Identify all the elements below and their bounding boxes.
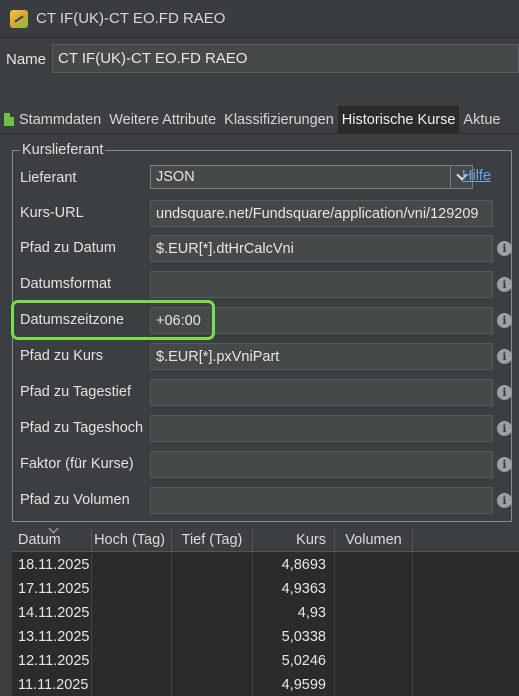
title-bar: CT IF(UK)-CT EO.FD RAEO	[0, 0, 519, 38]
datumszeitzone-highlight	[11, 300, 215, 340]
cell-hoch	[92, 601, 172, 625]
cell-datum: 13.11.2025	[12, 625, 92, 649]
pfad-tageshoch-row: Pfad zu Tageshoch i	[20, 415, 515, 443]
pfad-datum-input[interactable]: $.EUR[*].dtHrCalcVni	[150, 235, 493, 262]
pfad-kurs-row: Pfad zu Kurs $.EUR[*].pxVniPart i	[20, 343, 515, 371]
datumsformat-label: Datumsformat	[20, 276, 112, 292]
pfad-volumen-input[interactable]	[150, 487, 493, 514]
cell-datum: 14.11.2025	[12, 601, 92, 625]
cell-volumen	[335, 649, 413, 673]
column-header-tief[interactable]: Tief (Tag)	[172, 528, 253, 552]
cell-tief	[172, 673, 253, 696]
column-header-hoch[interactable]: Hoch (Tag)	[92, 528, 172, 552]
cell-volumen	[335, 625, 413, 649]
cell-kurs: 4,93	[253, 601, 335, 625]
document-icon	[4, 113, 14, 126]
cell-kurs: 5,0338	[253, 625, 335, 649]
lieferant-row: Lieferant JSON Hilfe	[20, 165, 515, 193]
app-logo-icon	[10, 9, 28, 28]
info-icon[interactable]: i	[497, 421, 512, 436]
info-icon[interactable]: i	[497, 493, 512, 508]
faktor-label: Faktor (für Kurse)	[20, 456, 134, 472]
pfad-datum-label: Pfad zu Datum	[20, 240, 116, 256]
datumsformat-row: Datumsformat i	[20, 271, 515, 299]
pfad-tagestief-label: Pfad zu Tagestief	[20, 384, 131, 400]
pfad-volumen-row: Pfad zu Volumen i	[20, 487, 515, 515]
pfad-tagestief-input[interactable]	[150, 379, 493, 406]
pfad-tageshoch-label: Pfad zu Tageshoch	[20, 420, 144, 436]
cell-kurs: 5,0246	[253, 649, 335, 673]
pfad-datum-row: Pfad zu Datum $.EUR[*].dtHrCalcVni i	[20, 235, 515, 263]
pfad-tageshoch-input[interactable]	[150, 415, 493, 442]
tab-klassifizierungen[interactable]: Klassifizierungen	[220, 106, 338, 133]
info-icon[interactable]: i	[497, 277, 512, 292]
kurs-url-label: Kurs-URL	[20, 205, 84, 221]
pfad-volumen-label: Pfad zu Volumen	[20, 492, 130, 508]
table-row[interactable]: 12.11.2025 5,0246	[12, 649, 519, 673]
cell-tief	[172, 649, 253, 673]
datumsformat-input[interactable]	[150, 271, 493, 298]
tab-label: Stammdaten	[19, 111, 102, 128]
cell-kurs: 4,8693	[253, 553, 335, 577]
cell-hoch	[92, 649, 172, 673]
cell-hoch	[92, 625, 172, 649]
cell-hoch	[92, 553, 172, 577]
cell-tief	[172, 601, 253, 625]
tab-stammdaten[interactable]: Stammdaten	[0, 106, 105, 133]
cell-volumen	[335, 601, 413, 625]
tab-bar: Stammdaten Weitere Attribute Klassifizie…	[0, 106, 519, 134]
info-icon[interactable]: i	[497, 241, 512, 256]
cell-volumen	[335, 673, 413, 696]
cell-kurs: 4,9599	[253, 673, 335, 696]
cell-hoch	[92, 577, 172, 601]
pfad-kurs-input[interactable]: $.EUR[*].pxVniPart	[150, 343, 493, 370]
cell-tief	[172, 553, 253, 577]
cell-datum: 17.11.2025	[12, 577, 92, 601]
tab-weitere-attribute[interactable]: Weitere Attribute	[105, 106, 220, 133]
window-title: CT IF(UK)-CT EO.FD RAEO	[36, 10, 226, 27]
help-link[interactable]: Hilfe	[462, 168, 491, 184]
cell-volumen	[335, 577, 413, 601]
cell-datum: 11.11.2025	[12, 673, 92, 696]
table-row[interactable]: 11.11.2025 4,9599	[12, 673, 519, 696]
tab-aktuelle-kurse[interactable]: Aktue	[459, 106, 504, 133]
faktor-input[interactable]	[150, 451, 493, 478]
table-header: Datum Hoch (Tag) Tief (Tag) Kurs Volumen	[12, 528, 519, 552]
table-row[interactable]: 17.11.2025 4,9363	[12, 577, 519, 601]
lieferant-label: Lieferant	[20, 170, 77, 186]
column-label: Datum	[18, 532, 61, 548]
kurslieferant-group-label: Kurslieferant	[20, 142, 106, 158]
info-icon[interactable]: i	[497, 457, 512, 472]
table-row[interactable]: 13.11.2025 5,0338	[12, 625, 519, 649]
kurs-url-input[interactable]: undsquare.net/Fundsquare/application/vni…	[150, 200, 493, 227]
table-row[interactable]: 18.11.2025 4,8693	[12, 553, 519, 577]
info-icon[interactable]: i	[497, 385, 512, 400]
info-icon[interactable]: i	[497, 313, 512, 328]
cell-tief	[172, 577, 253, 601]
cell-datum: 18.11.2025	[12, 553, 92, 577]
name-row: Name CT IF(UK)-CT EO.FD RAEO	[0, 44, 519, 74]
name-label: Name	[6, 50, 47, 68]
cell-volumen	[335, 553, 413, 577]
tab-historische-kurse[interactable]: Historische Kurse	[337, 106, 460, 133]
cell-datum: 12.11.2025	[12, 649, 92, 673]
table-row[interactable]: 14.11.2025 4,93	[12, 601, 519, 625]
name-input[interactable]: CT IF(UK)-CT EO.FD RAEO	[52, 44, 519, 73]
lieferant-select[interactable]: JSON	[150, 165, 473, 189]
column-header-kurs[interactable]: Kurs	[253, 528, 335, 552]
cell-kurs: 4,9363	[253, 577, 335, 601]
column-header-volumen[interactable]: Volumen	[335, 528, 413, 552]
pfad-kurs-label: Pfad zu Kurs	[20, 348, 104, 364]
kurs-url-row: Kurs-URL undsquare.net/Fundsquare/applic…	[20, 200, 515, 228]
cell-tief	[172, 625, 253, 649]
lieferant-selected-value: JSON	[156, 169, 195, 185]
price-table: Datum Hoch (Tag) Tief (Tag) Kurs Volumen…	[12, 528, 519, 696]
pfad-tagestief-row: Pfad zu Tagestief i	[20, 379, 515, 407]
info-icon[interactable]: i	[497, 349, 512, 364]
faktor-row: Faktor (für Kurse) i	[20, 451, 515, 479]
cell-hoch	[92, 673, 172, 696]
column-header-datum[interactable]: Datum	[12, 528, 92, 552]
